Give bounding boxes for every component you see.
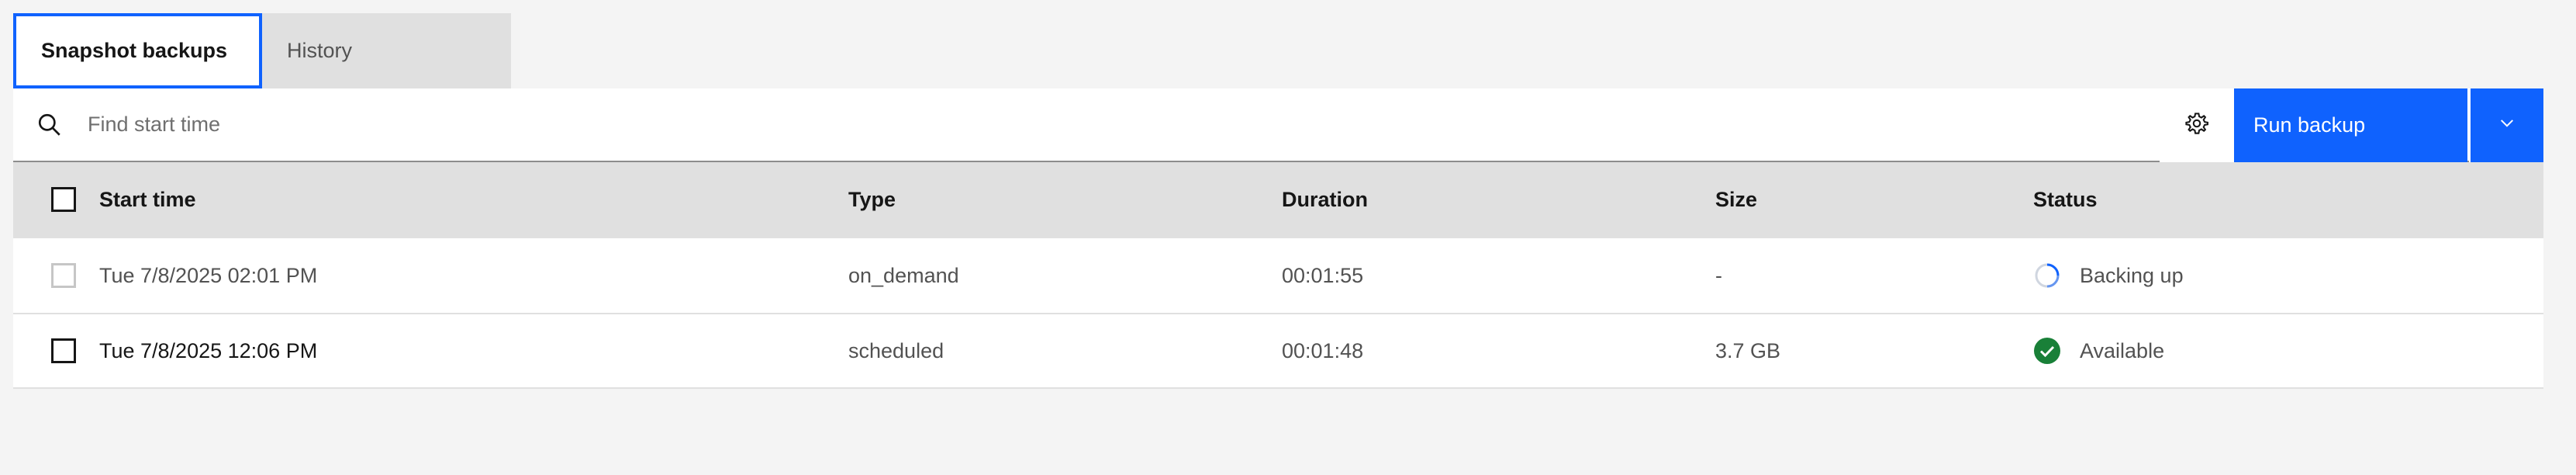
- backups-table: Start time Type Duration Size Status Tue…: [13, 162, 2543, 389]
- status-label: Backing up: [2080, 263, 2184, 287]
- loading-spinner-icon: [2033, 262, 2061, 290]
- table-row[interactable]: Tue 7/8/2025 12:06 PM scheduled 00:01:48…: [13, 313, 2543, 389]
- search-container: [13, 88, 2160, 161]
- tab-list: Snapshot backups History: [13, 13, 2543, 88]
- tab-snapshot-backups[interactable]: Snapshot backups: [13, 13, 262, 88]
- start-time-cell: Tue 7/8/2025 12:06 PM: [99, 338, 318, 362]
- column-header-start-time[interactable]: Start time: [99, 188, 848, 212]
- search-icon: [36, 112, 63, 138]
- select-all-checkbox[interactable]: [50, 187, 76, 212]
- backups-panel: Snapshot backups History Find start time…: [13, 13, 2543, 389]
- gear-icon: [2185, 112, 2209, 139]
- column-header-duration[interactable]: Duration: [1282, 188, 1715, 212]
- column-header-status[interactable]: Status: [2033, 188, 2543, 212]
- type-cell: on_demand: [848, 263, 959, 287]
- tab-history[interactable]: History: [262, 13, 511, 88]
- row-checkbox[interactable]: [50, 338, 76, 363]
- row-select-cell: [13, 263, 99, 288]
- start-time-cell: Tue 7/8/2025 02:01 PM: [99, 263, 318, 287]
- status-label: Available: [2080, 338, 2165, 362]
- search-input[interactable]: [88, 113, 1251, 137]
- status-cell: Backing up: [2033, 262, 2543, 290]
- run-backup-menu-button[interactable]: [2469, 88, 2543, 162]
- select-all-cell: [13, 187, 99, 212]
- row-select-cell: [13, 338, 99, 363]
- chevron-down-icon: [2497, 113, 2517, 137]
- column-header-size[interactable]: Size: [1715, 188, 2033, 212]
- settings-button[interactable]: [2160, 88, 2234, 162]
- status-cell: Available: [2033, 337, 2543, 365]
- column-header-type[interactable]: Type: [848, 188, 1282, 212]
- size-cell: -: [1715, 263, 1722, 287]
- run-backup-label: Run backup: [2253, 113, 2366, 137]
- table-toolbar: Run backup: [13, 88, 2543, 162]
- tab-label: Snapshot backups: [41, 39, 228, 62]
- duration-cell: 00:01:48: [1282, 338, 1364, 362]
- tab-label: History: [287, 39, 353, 62]
- type-cell: scheduled: [848, 338, 944, 362]
- run-backup-button[interactable]: Run backup: [2234, 88, 2467, 162]
- duration-cell: 00:01:55: [1282, 263, 1364, 287]
- size-cell: 3.7 GB: [1715, 338, 1781, 362]
- table-row[interactable]: Tue 7/8/2025 02:01 PM on_demand 00:01:55…: [13, 237, 2543, 313]
- table-header: Start time Type Duration Size Status: [13, 162, 2543, 237]
- checkmark-filled-icon: [2033, 337, 2061, 365]
- row-checkbox: [50, 263, 76, 288]
